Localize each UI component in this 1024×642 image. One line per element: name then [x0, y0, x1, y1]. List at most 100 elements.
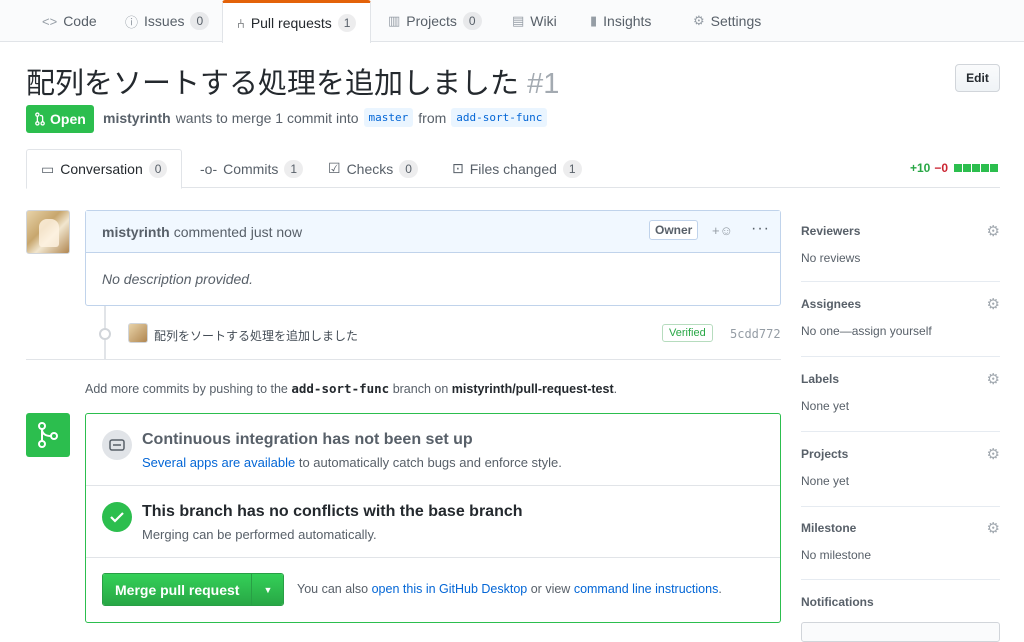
gear-icon[interactable]: ⚙	[987, 222, 1000, 240]
tab-checks-label: Checks	[346, 160, 394, 177]
command-line-link[interactable]: command line instructions	[574, 582, 719, 596]
merge-button-group: Merge pull request ▼	[102, 573, 285, 606]
pull-requests-count: 1	[337, 14, 357, 32]
kebab-menu-icon[interactable]: ···	[751, 220, 770, 238]
graph-icon: ▮	[590, 13, 598, 28]
page-title: 配列をソートする処理を追加しました #1	[26, 60, 559, 102]
sidebar-projects-value: None yet	[801, 474, 850, 488]
sidebar-reviewers: Reviewers No reviews ⚙	[801, 210, 1000, 282]
conversation-icon: ▭	[41, 160, 55, 177]
tab-issues[interactable]: ⓘ Issues 0	[111, 0, 223, 42]
comment-action[interactable]: commented just now	[174, 224, 302, 240]
diffstat-blocks	[954, 164, 998, 172]
tab-wiki[interactable]: ▤ Wiki	[498, 0, 571, 42]
ci-title: Continuous integration has not been set …	[142, 431, 473, 448]
tab-insights-label: Insights	[603, 13, 652, 29]
sidebar-reviewers-heading: Reviewers	[801, 224, 861, 238]
tab-settings[interactable]: ⚙ Settings	[679, 0, 775, 42]
comment-box: mistyrinth commented just now Owner +☺ ·…	[85, 210, 781, 306]
merge-alt-middle: or view	[530, 582, 571, 596]
sidebar-milestone-value: No milestone	[801, 548, 872, 562]
tab-commits[interactable]: -o- Commits 1	[186, 149, 317, 188]
tab-projects[interactable]: ▥ Projects 0	[374, 0, 496, 42]
tab-issues-label: Issues	[144, 13, 185, 29]
tab-insights[interactable]: ▮ Insights	[576, 0, 665, 42]
comment-header: mistyrinth commented just now Owner +☺ ·…	[86, 211, 780, 253]
timeline-divider	[26, 359, 781, 360]
open-desktop-link[interactable]: open this in GitHub Desktop	[372, 582, 528, 596]
projects-count: 0	[462, 12, 482, 30]
commit-sha-link[interactable]: 5cdd772	[730, 327, 781, 341]
code-icon: <>	[42, 13, 58, 29]
integration-icon	[102, 430, 132, 460]
tab-code[interactable]: <> Code	[28, 0, 111, 42]
gear-icon[interactable]: ⚙	[987, 295, 1000, 313]
status-label: Open	[50, 111, 86, 127]
push-note-middle: branch on	[392, 382, 449, 396]
diffstat-additions: +10	[909, 161, 931, 175]
commit-icon: -o-	[200, 160, 218, 177]
tab-checks[interactable]: ☑ Checks 0	[314, 149, 432, 188]
gear-icon[interactable]: ⚙	[987, 445, 1000, 463]
push-note-branch: add-sort-func	[291, 381, 390, 396]
sidebar-assignees-value[interactable]: No one—assign yourself	[801, 324, 932, 338]
pr-author-link[interactable]: mistyrinth	[103, 110, 171, 126]
pr-tabs: ▭ Conversation 0 -o- Commits 1 ☑ Checks …	[26, 149, 1000, 189]
files-changed-count: 1	[562, 159, 582, 178]
tab-conversation-label: Conversation	[60, 161, 143, 177]
push-note-prefix: Add more commits by pushing to the	[85, 382, 288, 396]
merge-pull-request-button[interactable]: Merge pull request	[103, 574, 252, 605]
pr-from-text: from	[418, 109, 447, 126]
tab-files-changed[interactable]: ⊡ Files changed 1	[438, 149, 596, 188]
sidebar-milestone: Milestone No milestone ⚙	[801, 507, 1000, 580]
add-reaction-icon[interactable]: +☺	[712, 223, 733, 238]
head-branch[interactable]: add-sort-func	[451, 108, 548, 127]
tab-code-label: Code	[63, 13, 97, 29]
diffstat-deletions: −0	[934, 161, 948, 175]
caret-down-icon: ▼	[263, 584, 273, 595]
gear-icon[interactable]: ⚙	[987, 370, 1000, 388]
tab-files-changed-label: Files changed	[469, 160, 557, 177]
sidebar-labels-value: None yet	[801, 399, 850, 413]
avatar[interactable]	[26, 210, 70, 254]
issues-count: 0	[190, 12, 210, 30]
sidebar-reviewers-value: No reviews	[801, 251, 861, 265]
commit-avatar[interactable]	[128, 323, 148, 343]
conflict-title: This branch has no conflicts with the ba…	[142, 503, 523, 520]
tab-pull-requests[interactable]: ⑃ Pull requests 1	[222, 0, 372, 43]
tab-settings-label: Settings	[710, 13, 762, 29]
merge-alt-text: You can also open this in GitHub Desktop…	[297, 582, 722, 596]
base-branch[interactable]: master	[363, 108, 414, 127]
pull-request-icon: ⑃	[237, 15, 245, 31]
repo-nav: <> Code ⓘ Issues 0 ⑃ Pull requests 1 ▥ P…	[0, 0, 1024, 43]
sidebar-milestone-heading: Milestone	[801, 521, 857, 535]
merge-options-dropdown[interactable]: ▼	[251, 574, 284, 605]
sidebar-assignees-heading: Assignees	[801, 297, 862, 311]
sidebar-labels-heading: Labels	[801, 372, 840, 386]
edit-button[interactable]: Edit	[955, 64, 1000, 92]
gear-icon[interactable]: ⚙	[987, 519, 1000, 537]
issue-icon: ⓘ	[125, 14, 139, 30]
merge-box: Continuous integration has not been set …	[85, 413, 781, 623]
sidebar-notifications-heading: Notifications	[801, 595, 874, 609]
verified-badge[interactable]: Verified	[662, 324, 713, 342]
status-badge: Open	[26, 105, 94, 133]
sidebar-projects: Projects None yet ⚙	[801, 433, 1000, 507]
merge-alt-suffix: .	[718, 582, 722, 596]
comment-body: No description provided.	[102, 271, 253, 287]
comment-author-link[interactable]: mistyrinth	[102, 224, 170, 240]
commit-message-link[interactable]: 配列をソートする処理を追加しました	[154, 327, 358, 344]
ci-subtitle: Several apps are available to automatica…	[142, 455, 562, 470]
ci-apps-link[interactable]: Several apps are available	[142, 455, 295, 470]
book-icon: ▤	[512, 13, 525, 28]
pr-meta: mistyrinth wants to merge 1 commit into …	[103, 108, 548, 127]
gear-icon: ⚙	[693, 13, 705, 28]
notifications-button[interactable]	[801, 622, 1000, 642]
push-note-suffix: .	[613, 382, 618, 396]
tab-conversation[interactable]: ▭ Conversation 0	[26, 149, 183, 189]
diffstat: +10 −0	[910, 161, 998, 175]
sidebar-assignees: Assignees No one—assign yourself ⚙	[801, 283, 1000, 357]
check-icon	[102, 502, 132, 532]
sidebar-labels: Labels None yet ⚙	[801, 358, 1000, 432]
tab-commits-label: Commits	[223, 160, 279, 177]
